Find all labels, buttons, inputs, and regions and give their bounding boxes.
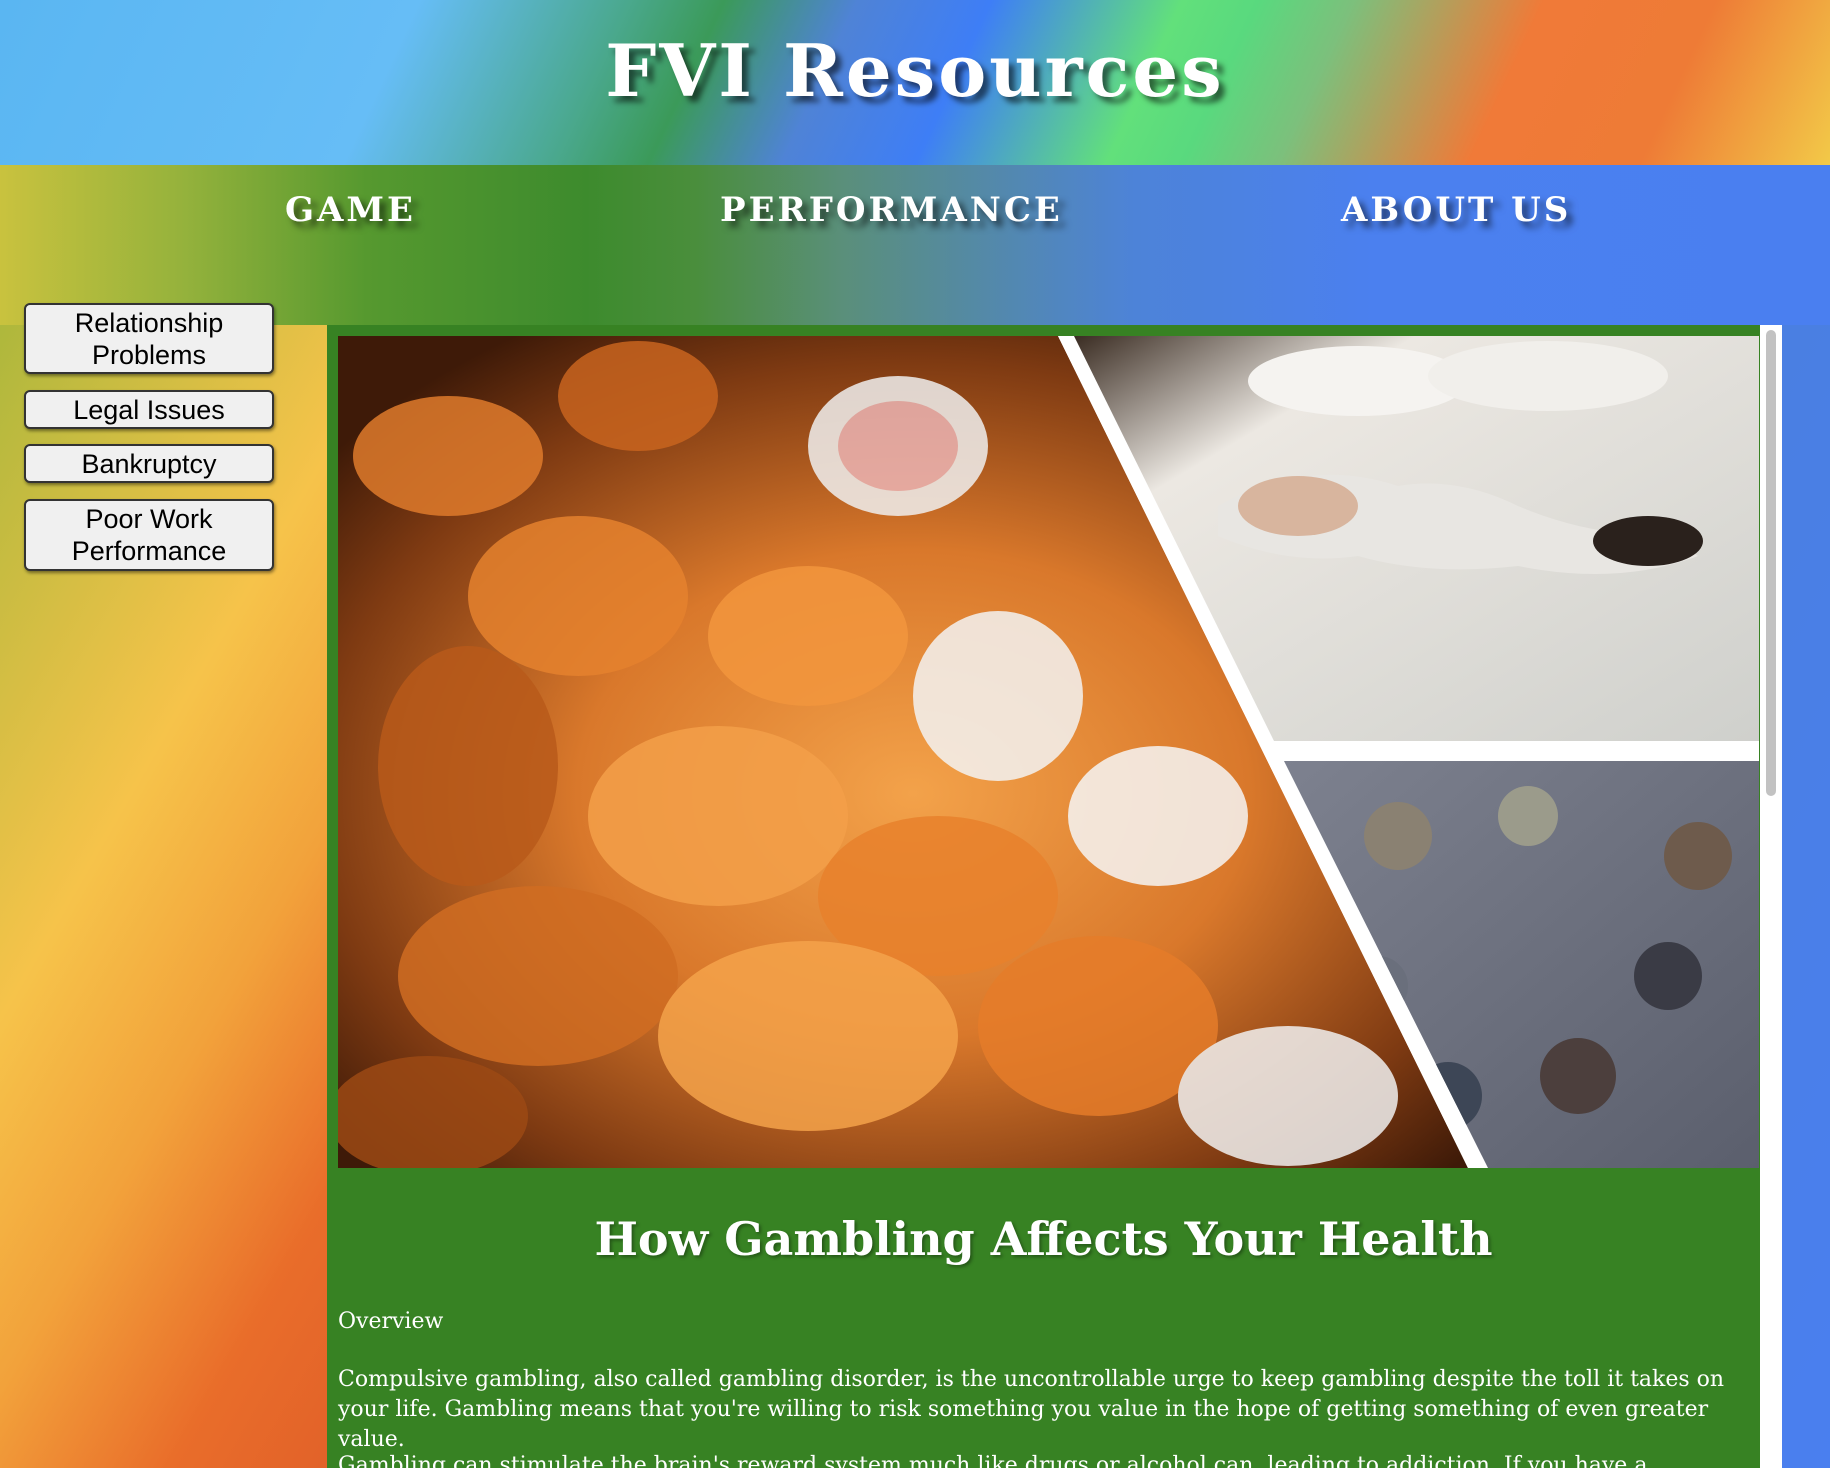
hero-collage-image <box>338 336 1759 1168</box>
poor-work-performance-button[interactable]: Poor Work Performance <box>24 499 274 571</box>
bankruptcy-button[interactable]: Bankruptcy <box>24 444 274 483</box>
nav-link-about-us[interactable]: ABOUT US <box>1341 190 1571 230</box>
relationship-problems-button[interactable]: Relationship Problems <box>24 303 274 374</box>
main-nav: GAME PERFORMANCE ABOUT US <box>0 165 1830 325</box>
site-title: FVI Resources <box>605 28 1225 113</box>
content-scrollbar-thumb[interactable] <box>1766 330 1776 796</box>
page-title: How Gambling Affects Your Health <box>594 1212 1493 1266</box>
overview-paragraph: Compulsive gambling, also called gamblin… <box>338 1367 1725 1452</box>
content-panel: How Gambling Affects Your Health Overvie… <box>327 325 1760 1468</box>
site-header: FVI Resources <box>0 0 1830 165</box>
collage-image <box>338 336 1759 1168</box>
legal-issues-button[interactable]: Legal Issues <box>24 390 274 429</box>
nav-link-game[interactable]: GAME <box>285 190 416 230</box>
reward-system-paragraph: Gambling can stimulate the brain's rewar… <box>338 1453 1648 1468</box>
overview-label: Overview <box>338 1309 444 1334</box>
nav-link-performance[interactable]: PERFORMANCE <box>720 190 1063 230</box>
